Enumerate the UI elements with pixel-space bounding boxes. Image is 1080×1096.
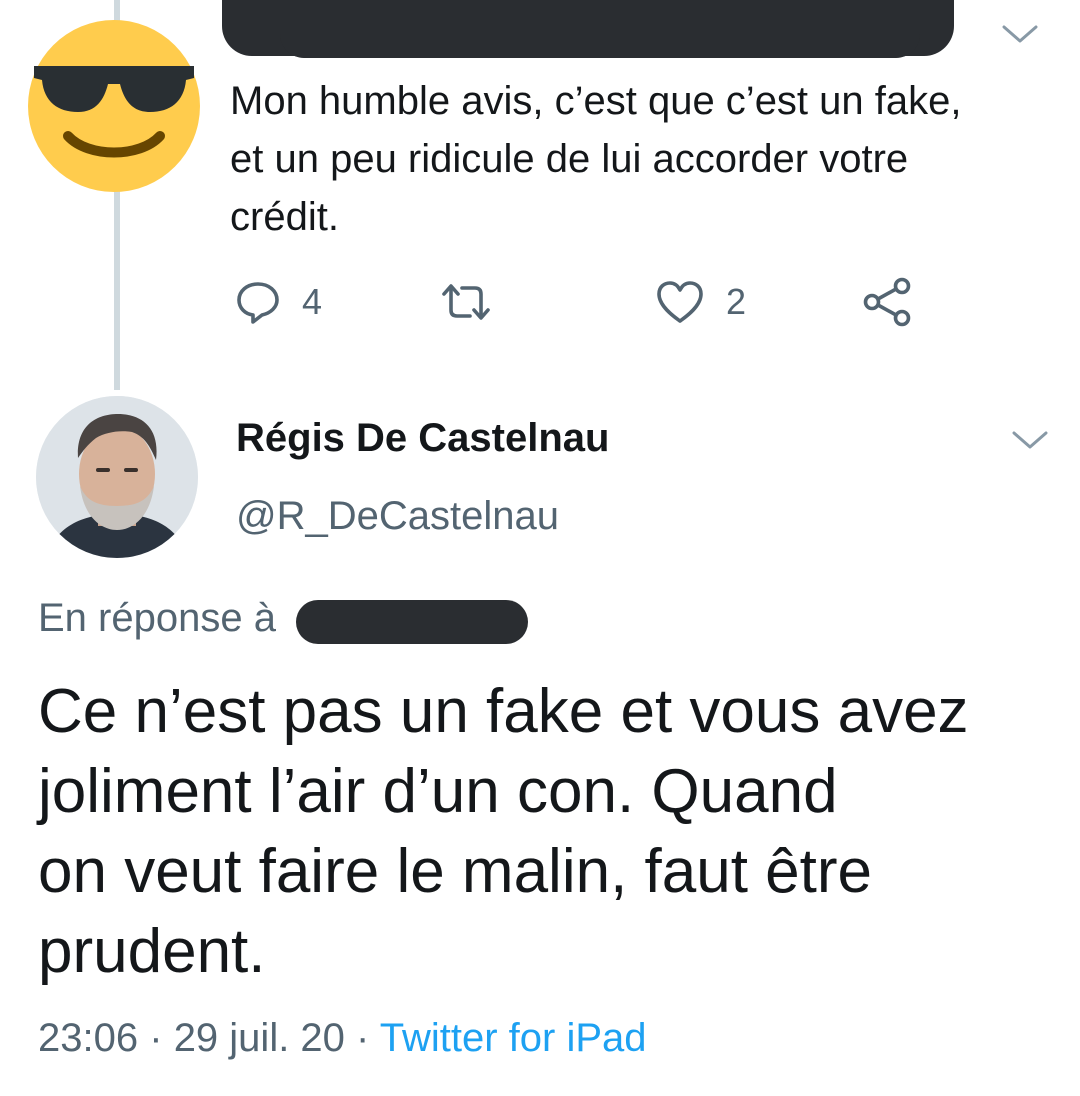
- redacted-reply-to-handle: [296, 600, 528, 644]
- retweet-button[interactable]: [438, 274, 494, 330]
- main-tweet-line-2: joliment l’air d’un con. Quand: [38, 757, 838, 826]
- retweet-icon: [442, 284, 490, 320]
- reply-bubble-icon: [237, 282, 279, 324]
- parent-tweet-text: Mon humble avis, c’est que c’est un fake…: [230, 72, 1060, 246]
- meta-separator: ·: [356, 1016, 370, 1060]
- meta-separator: ·: [149, 1016, 163, 1060]
- main-tweet-line-1: Ce n’est pas un fake et vous avez: [38, 677, 969, 746]
- tweet-date: 29 juil. 20: [173, 1016, 345, 1060]
- reply-button[interactable]: 4: [234, 274, 322, 330]
- redacted-user-handle: [280, 30, 920, 58]
- display-name[interactable]: Régis De Castelnau: [236, 416, 609, 461]
- main-tweet-line-3: on veut faire le malin, faut être: [38, 837, 873, 906]
- parent-tweet-actions: 4 2: [230, 274, 950, 330]
- user-handle[interactable]: @R_DeCastelnau: [236, 494, 559, 539]
- share-icon: [863, 277, 911, 327]
- in-reply-to-label: En réponse à: [38, 596, 276, 640]
- avatar[interactable]: [36, 396, 198, 558]
- heart-icon: [657, 281, 703, 323]
- parent-tweet-line-1: Mon humble avis, c’est que c’est un fake…: [230, 79, 962, 123]
- tweet-time: 23:06: [38, 1016, 139, 1060]
- sunglasses-emoji-icon[interactable]: [28, 20, 200, 192]
- chevron-down-icon[interactable]: [1000, 22, 1040, 46]
- like-count: 2: [726, 281, 747, 322]
- profile-photo: [36, 396, 198, 558]
- main-tweet-line-4: prudent.: [38, 917, 266, 986]
- reply-count: 4: [302, 281, 323, 322]
- tweet-metadata: 23:06 · 29 juil. 20 · Twitter for iPad: [38, 1016, 647, 1061]
- share-button[interactable]: [862, 274, 914, 330]
- chevron-down-icon[interactable]: [1010, 428, 1050, 452]
- tweet-source-link[interactable]: Twitter for iPad: [380, 1016, 647, 1060]
- like-button[interactable]: 2: [654, 274, 746, 330]
- parent-tweet-line-3: crédit.: [230, 195, 339, 239]
- main-tweet-text: Ce n’est pas un fake et vous avez jolimen…: [38, 672, 1048, 992]
- parent-tweet-line-2: et un peu ridicule de lui accorder votre: [230, 137, 909, 181]
